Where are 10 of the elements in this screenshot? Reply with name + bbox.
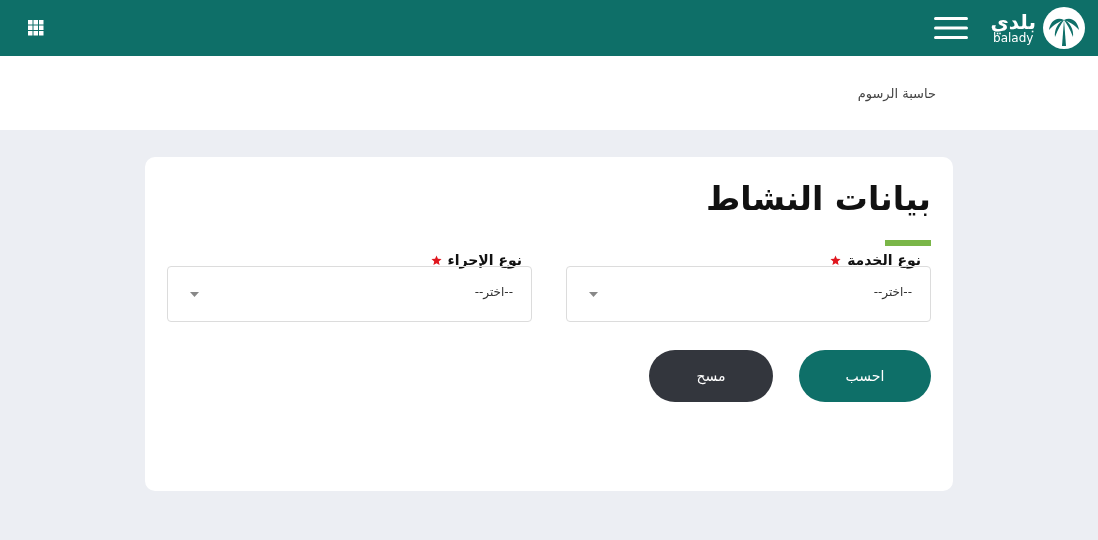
palm-logo-icon xyxy=(1042,6,1086,50)
dropdown-caret-icon xyxy=(190,291,199,297)
dropdown-caret-icon xyxy=(589,291,598,297)
calculate-button[interactable]: احسب xyxy=(799,350,931,402)
form-title: بيانات النشاط xyxy=(704,179,931,218)
apps-grid-icon[interactable] xyxy=(28,20,44,36)
title-underline xyxy=(885,240,931,246)
clear-button[interactable]: مسح xyxy=(649,350,773,402)
breadcrumb[interactable]: حاسبة الرسوم xyxy=(857,85,936,101)
menu-icon[interactable] xyxy=(934,16,969,40)
